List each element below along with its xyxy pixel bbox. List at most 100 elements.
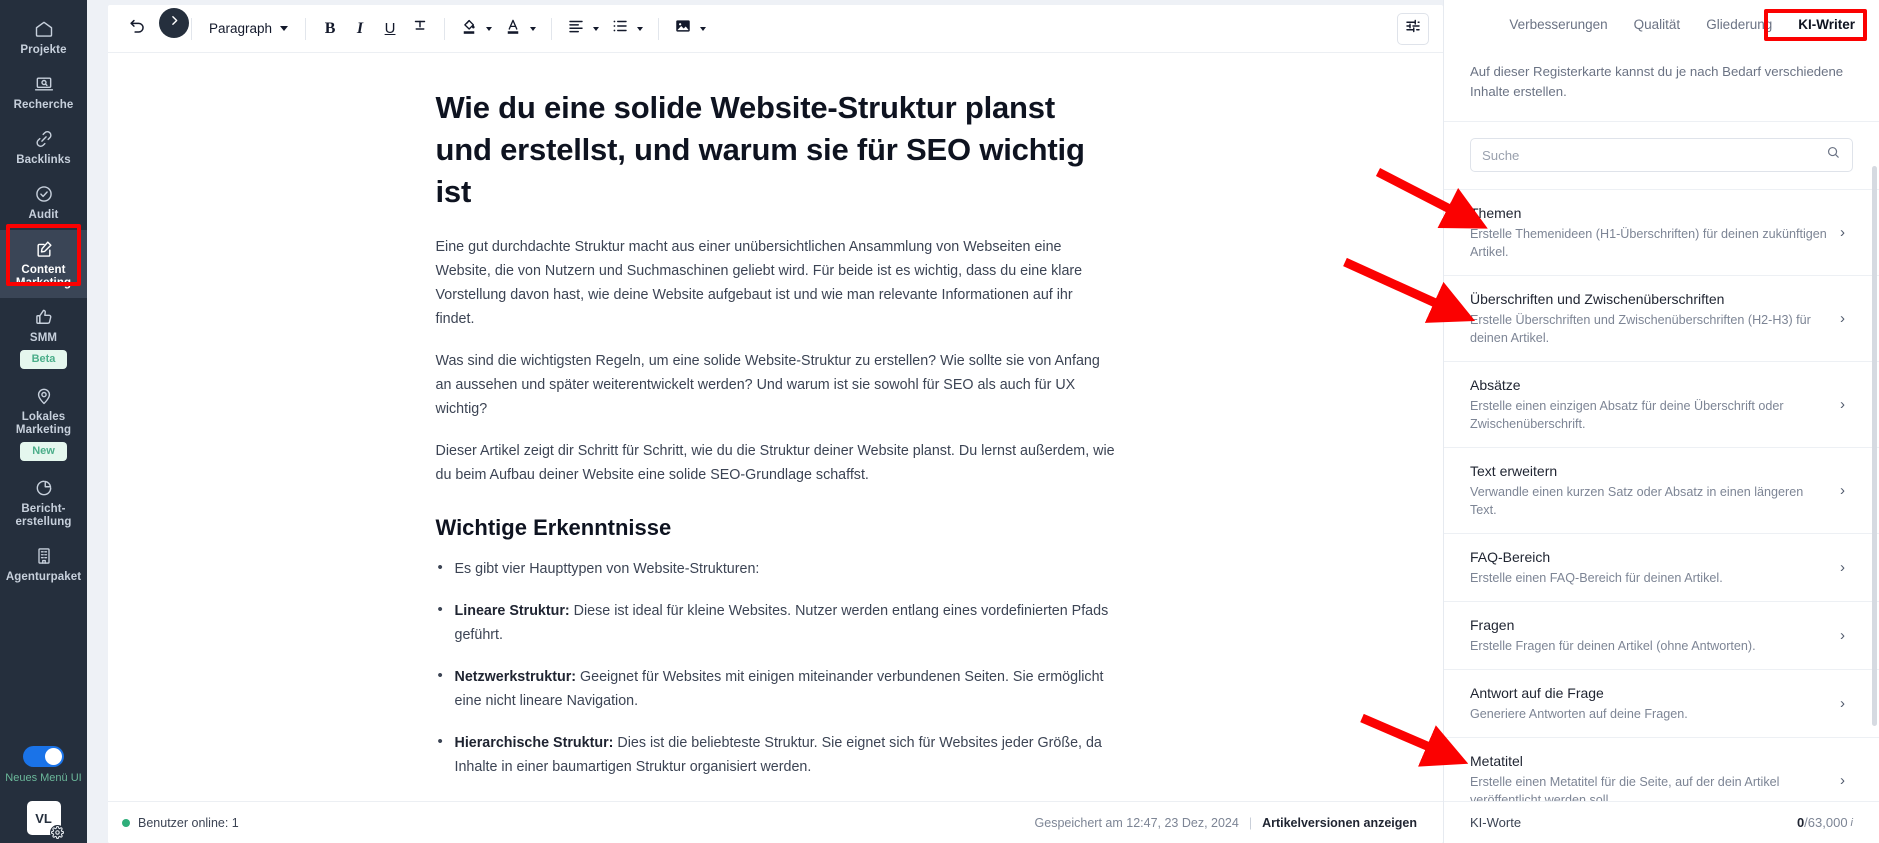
image-control[interactable]: [668, 14, 712, 44]
sidebar-item-agenturpaket[interactable]: Agenturpaket: [0, 537, 87, 592]
bold-button[interactable]: B: [315, 14, 345, 44]
align-dropdown[interactable]: [591, 26, 605, 31]
article-versions-link[interactable]: Artikelversionen anzeigen: [1262, 816, 1417, 830]
panel-item-title: Antwort auf die Frage: [1470, 685, 1604, 701]
panel-tabbar: Verbesserungen Qualität Gliederung KI-Wr…: [1444, 0, 1879, 48]
image-button[interactable]: [668, 14, 698, 44]
sidebar-item-label: Projekte: [20, 44, 67, 56]
info-icon[interactable]: i: [1851, 817, 1853, 829]
panel-item-text-erweitern[interactable]: Text erweitern Verwandle einen kurzen Sa…: [1444, 448, 1879, 534]
sidebar-item-lokales-marketing[interactable]: Lokales Marketing New: [0, 377, 87, 469]
sidebar-item-smm[interactable]: SMM Beta: [0, 298, 87, 377]
tab-qualitaet[interactable]: Qualität: [1632, 13, 1683, 36]
chevron-right-icon: ›: [1840, 482, 1845, 499]
sidebar-footer: Neues Menü UI VL: [0, 746, 87, 840]
align-button[interactable]: [561, 14, 591, 44]
list-item-bold: Netzwerkstruktur:: [454, 669, 577, 685]
image-dropdown[interactable]: [698, 26, 712, 31]
sliders-icon: [1404, 17, 1422, 40]
sidebar-item-recherche[interactable]: Recherche: [0, 65, 87, 120]
sidebar-item-projekte[interactable]: Projekte: [0, 10, 87, 65]
avatar-wrapper[interactable]: VL: [26, 801, 65, 840]
panel-scrollbar[interactable]: [1872, 166, 1877, 726]
list-item: Netzwerkstruktur: Geeignet für Websites …: [436, 664, 1116, 713]
panel-item-desc: Erstelle einen einzigen Absatz für deine…: [1470, 399, 1784, 431]
document-scroll-area[interactable]: Wie du eine solide Website-Struktur plan…: [108, 53, 1443, 801]
sidebar-item-berichterstellung[interactable]: Bericht-erstellung: [0, 469, 87, 537]
home-icon: [34, 19, 54, 39]
strikethrough-button[interactable]: [405, 14, 435, 44]
italic-button[interactable]: I: [345, 14, 375, 44]
panel-item-text: Text erweitern Verwandle einen kurzen Sa…: [1470, 462, 1840, 519]
text-color-dropdown[interactable]: [528, 26, 542, 31]
sidebar-collapse-button[interactable]: [159, 8, 189, 38]
thumbs-up-icon: [34, 307, 54, 327]
highlight-color-control[interactable]: [454, 14, 498, 44]
chevron-right-icon: ›: [1840, 772, 1845, 789]
saved-timestamp: Gespeichert am 12:47, 23 Dez, 2024: [1034, 815, 1239, 830]
panel-item-text: Themen Erstelle Themenideen (H1-Überschr…: [1470, 204, 1840, 261]
italic-icon: I: [356, 19, 364, 37]
list-item: Hierarchische Struktur: Dies ist die bel…: [436, 730, 1116, 779]
image-icon: [674, 17, 692, 40]
chevron-down-icon: [486, 26, 493, 31]
undo-button[interactable]: [122, 14, 152, 44]
sidebar-item-audit[interactable]: Audit: [0, 175, 87, 230]
highlight-color-dropdown[interactable]: [484, 26, 498, 31]
panel-item-text: Überschriften und Zwischenüberschriften …: [1470, 290, 1840, 347]
fill-color-icon: [460, 16, 478, 41]
panel-item-ueberschriften[interactable]: Überschriften und Zwischenüberschriften …: [1444, 276, 1879, 362]
tab-gliederung[interactable]: Gliederung: [1704, 13, 1774, 36]
toolbar-divider: [658, 17, 660, 40]
sidebar-item-label: Content Marketing: [15, 264, 72, 289]
panel-item-title: Absätze: [1470, 377, 1521, 393]
align-control[interactable]: [561, 14, 605, 44]
panel-item-fragen[interactable]: Fragen Erstelle Fragen für deinen Artike…: [1444, 602, 1879, 670]
editor-settings-button[interactable]: [1397, 12, 1429, 45]
panel-item-metatitel[interactable]: Metatitel Erstelle einen Metatitel für d…: [1444, 738, 1879, 801]
align-left-icon: [567, 17, 585, 40]
highlight-color-button[interactable]: [454, 14, 484, 44]
sidebar-item-backlinks[interactable]: Backlinks: [0, 120, 87, 175]
toolbar-divider: [444, 17, 446, 40]
text-color-button[interactable]: [498, 14, 528, 44]
chevron-right-icon: ›: [1840, 396, 1845, 413]
new-menu-ui-toggle[interactable]: [23, 746, 64, 767]
panel-intro-text: Auf dieser Registerkarte kannst du je na…: [1444, 48, 1879, 122]
document-bullet-list: Es gibt vier Haupttypen von Website-Stru…: [436, 556, 1116, 801]
right-panel: Verbesserungen Qualität Gliederung KI-Wr…: [1443, 0, 1879, 843]
search-input[interactable]: [1482, 147, 1818, 163]
panel-item-desc: Generiere Antworten auf deine Fragen.: [1470, 707, 1688, 721]
panel-item-themen[interactable]: Themen Erstelle Themenideen (H1-Überschr…: [1444, 190, 1879, 276]
list-control[interactable]: [605, 14, 649, 44]
document-paragraph: Was sind die wichtigsten Regeln, um eine…: [435, 353, 1100, 417]
chevron-down-icon: [637, 26, 644, 31]
document-content[interactable]: Wie du eine solide Website-Struktur plan…: [426, 53, 1126, 801]
new-menu-ui-label: Neues Menü UI: [5, 772, 82, 784]
list-dropdown[interactable]: [635, 26, 649, 31]
gear-icon[interactable]: [49, 825, 65, 840]
list-button[interactable]: [605, 14, 635, 44]
tab-verbesserungen[interactable]: Verbesserungen: [1507, 13, 1609, 36]
chevron-right-icon: [168, 14, 181, 32]
tab-ki-writer[interactable]: KI-Writer: [1796, 13, 1857, 36]
text-color-control[interactable]: [498, 14, 542, 44]
bold-icon: B: [324, 19, 336, 37]
sidebar-item-label: SMM: [29, 332, 58, 344]
panel-item-faq-bereich[interactable]: FAQ-Bereich Erstelle einen FAQ-Bereich f…: [1444, 534, 1879, 602]
panel-item-antwort-auf-die-frage[interactable]: Antwort auf die Frage Generiere Antworte…: [1444, 670, 1879, 738]
sidebar-item-content-marketing[interactable]: Content Marketing: [0, 230, 87, 298]
paragraph-style-dropdown[interactable]: Paragraph: [201, 14, 296, 44]
ki-words-total: /63,000: [1804, 815, 1848, 830]
users-online-label: Benutzer online: 1: [138, 815, 239, 830]
text-color-icon: [504, 16, 522, 41]
underline-button[interactable]: U: [375, 14, 405, 44]
paragraph-style-label: Paragraph: [209, 21, 273, 36]
panel-item-title: FAQ-Bereich: [1470, 549, 1551, 565]
panel-item-absaetze[interactable]: Absätze Erstelle einen einzigen Absatz f…: [1444, 362, 1879, 448]
sidebar-badge-new: New: [20, 442, 67, 461]
search-icon[interactable]: [1826, 145, 1841, 165]
search-box[interactable]: [1470, 138, 1853, 172]
panel-item-desc: Erstelle einen Metatitel für die Seite, …: [1470, 775, 1780, 801]
panel-item-desc: Erstelle einen FAQ-Bereich für deinen Ar…: [1470, 571, 1723, 585]
